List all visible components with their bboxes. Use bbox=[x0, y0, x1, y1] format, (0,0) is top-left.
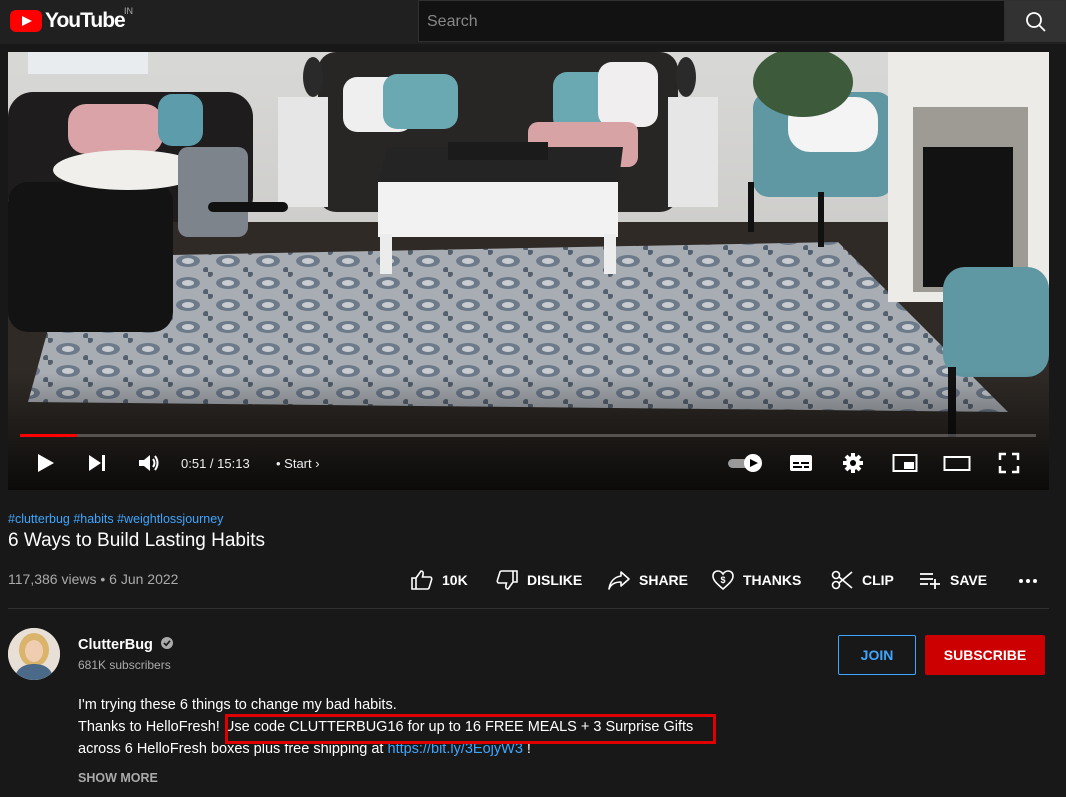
playlist-add-icon bbox=[920, 573, 940, 589]
like-count: 10K bbox=[442, 572, 468, 588]
time-display: 0:51 / 15:13 bbox=[181, 456, 250, 471]
progress-fill bbox=[20, 434, 77, 437]
subtitles-button[interactable] bbox=[787, 447, 815, 479]
play-button[interactable] bbox=[32, 447, 58, 479]
fullscreen-button[interactable] bbox=[996, 447, 1022, 479]
description-line-2-prefix: Thanks to HelloFresh! bbox=[78, 719, 224, 735]
subscriber-count: 681K subscribers bbox=[78, 658, 171, 672]
dislike-label: DISLIKE bbox=[527, 572, 583, 588]
channel-name-text: ClutterBug bbox=[78, 637, 153, 653]
duration: 15:13 bbox=[217, 456, 250, 471]
save-label: SAVE bbox=[950, 572, 988, 588]
play-icon bbox=[38, 454, 54, 472]
video-title: 6 Ways to Build Lasting Habits bbox=[8, 530, 265, 551]
youtube-play-icon bbox=[10, 10, 42, 32]
subtitles-icon bbox=[790, 455, 812, 471]
miniplayer-button[interactable] bbox=[891, 447, 919, 479]
thanks-button[interactable]: $ THANKS bbox=[711, 568, 801, 592]
divider bbox=[8, 608, 1049, 609]
thumbs-down-icon bbox=[496, 570, 518, 590]
next-icon bbox=[89, 455, 105, 471]
time-separator: / bbox=[206, 456, 218, 471]
share-icon bbox=[608, 571, 630, 590]
thanks-label: THANKS bbox=[743, 572, 802, 588]
search-button[interactable] bbox=[1005, 0, 1066, 42]
view-count: 117,386 views bbox=[8, 571, 97, 587]
thumbs-up-icon bbox=[411, 570, 433, 590]
theater-mode-icon bbox=[943, 456, 971, 471]
dislike-button[interactable]: DISLIKE bbox=[495, 568, 582, 592]
current-time: 0:51 bbox=[181, 456, 207, 471]
theater-mode-button[interactable] bbox=[942, 447, 972, 479]
region-code: IN bbox=[124, 6, 133, 16]
volume-button[interactable] bbox=[135, 447, 163, 479]
chapter-label: Start bbox=[284, 456, 312, 471]
super-thanks-icon: $ bbox=[712, 570, 734, 591]
gear-icon bbox=[843, 453, 863, 473]
logo-text: YouTube bbox=[45, 9, 126, 32]
avatar-image bbox=[8, 628, 60, 680]
scissors-icon bbox=[831, 570, 853, 590]
channel-name[interactable]: ClutterBug bbox=[78, 636, 174, 653]
svg-text:$: $ bbox=[720, 575, 725, 585]
channel-avatar[interactable] bbox=[8, 628, 60, 680]
video-player[interactable]: 0:51 / 15:13 • Start › bbox=[8, 52, 1049, 490]
miniplayer-icon bbox=[892, 454, 918, 472]
view-count-date: 117,386 views • 6 Jun 2022 bbox=[8, 571, 178, 587]
youtube-logo[interactable]: YouTube IN bbox=[10, 6, 133, 33]
autoplay-toggle-icon bbox=[728, 454, 762, 472]
save-button[interactable]: SAVE bbox=[918, 568, 987, 592]
share-button[interactable]: SHARE bbox=[607, 568, 688, 592]
highlight-box bbox=[225, 714, 716, 744]
progress-bar[interactable] bbox=[20, 434, 1036, 437]
show-more-button[interactable]: SHOW MORE bbox=[78, 771, 158, 785]
top-bar: YouTube IN Search bbox=[0, 0, 1066, 44]
search-icon bbox=[1026, 12, 1046, 32]
volume-icon bbox=[139, 455, 159, 471]
video-frame bbox=[8, 52, 1049, 490]
clip-label: CLIP bbox=[862, 572, 894, 588]
fullscreen-icon bbox=[998, 452, 1020, 474]
autoplay-toggle[interactable] bbox=[726, 447, 766, 479]
settings-button[interactable] bbox=[840, 447, 866, 479]
chapter-dot: • bbox=[276, 456, 285, 471]
separator-dot: • bbox=[96, 571, 110, 587]
chevron-right-icon: › bbox=[311, 456, 320, 471]
more-actions-button[interactable] bbox=[1017, 568, 1039, 592]
verified-check-icon bbox=[160, 637, 173, 649]
share-label: SHARE bbox=[639, 572, 689, 588]
like-button[interactable]: 10K bbox=[410, 568, 468, 592]
description-line-1: I'm trying these 6 things to change my b… bbox=[78, 697, 397, 713]
search-input[interactable]: Search bbox=[418, 0, 1005, 42]
join-button[interactable]: JOIN bbox=[838, 635, 916, 675]
more-horizontal-icon bbox=[1019, 579, 1037, 583]
subscribe-button[interactable]: SUBSCRIBE bbox=[925, 635, 1045, 675]
hashtags[interactable]: #clutterbug #habits #weightlossjourney bbox=[8, 512, 223, 526]
upload-date: 6 Jun 2022 bbox=[109, 571, 179, 587]
search-placeholder: Search bbox=[427, 13, 478, 30]
next-button[interactable] bbox=[84, 447, 110, 479]
chapter-button[interactable]: • Start › bbox=[276, 456, 320, 471]
clip-button[interactable]: CLIP bbox=[830, 568, 894, 592]
